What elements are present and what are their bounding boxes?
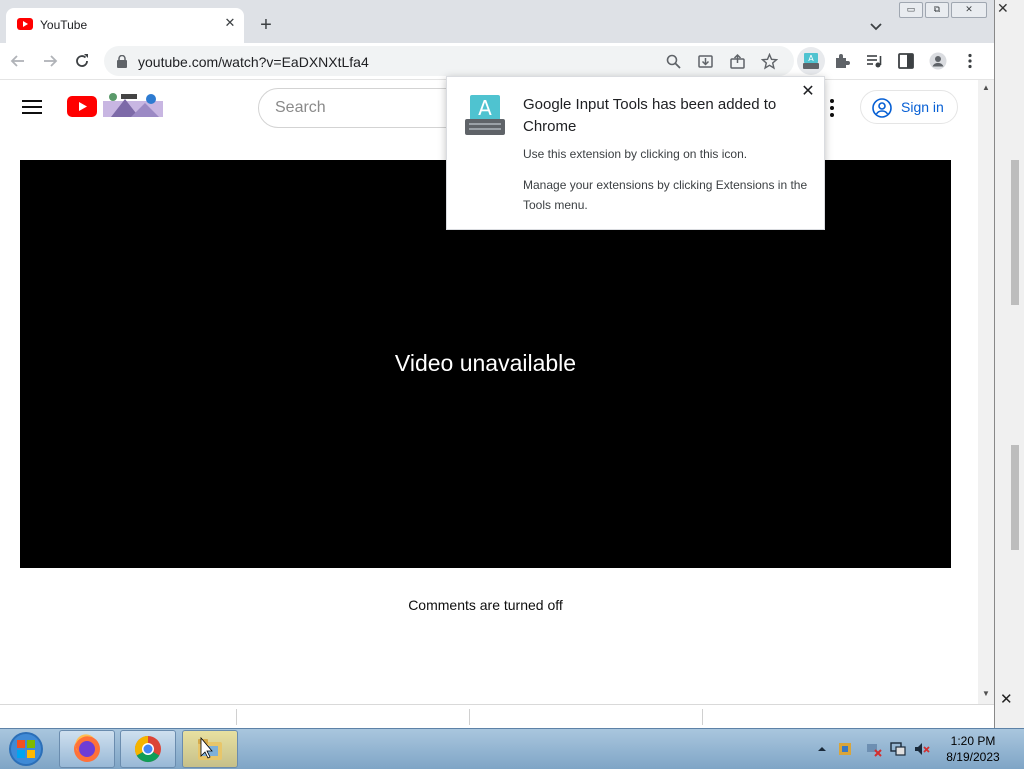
reload-icon[interactable]	[72, 51, 92, 71]
scroll-up-arrow[interactable]: ▲	[981, 84, 991, 92]
background-scroll-thumb[interactable]	[1011, 160, 1019, 305]
account-icon	[872, 98, 892, 118]
svg-text:A: A	[478, 96, 492, 120]
page-scrollbar[interactable]: ▲ ▼	[978, 80, 994, 704]
scroll-down-arrow[interactable]: ▼	[981, 690, 991, 698]
youtube-favicon-icon	[17, 18, 33, 30]
video-unavailable-message: Video unavailable	[394, 350, 577, 376]
search-placeholder: Search	[275, 99, 326, 116]
side-panel-icon[interactable]	[897, 52, 915, 70]
extension-added-popup: A Google Input Tools has been added to C…	[446, 76, 825, 230]
display-icon[interactable]	[890, 741, 906, 757]
minimize-button[interactable]: ▭	[899, 2, 923, 18]
forward-icon[interactable]	[40, 51, 60, 71]
bookmark-star-icon[interactable]	[761, 53, 778, 70]
popup-instruction-text: Use this extension by clicking on this i…	[523, 147, 748, 161]
lock-icon[interactable]	[116, 55, 128, 68]
background-scroll-thumb-2[interactable]	[1011, 445, 1019, 550]
show-hidden-icons-icon[interactable]	[814, 741, 830, 757]
firefox-icon	[74, 734, 100, 762]
svg-text:A: A	[808, 54, 814, 63]
background-close-icon-2[interactable]: ✕	[1000, 690, 1013, 708]
sign-in-label: Sign in	[901, 99, 944, 115]
clock-date[interactable]: 8/19/2023	[934, 750, 1012, 764]
profile-icon[interactable]	[929, 52, 947, 70]
google-input-tools-icon: A	[465, 95, 505, 135]
back-icon[interactable]	[8, 51, 28, 71]
menu-kebab-icon[interactable]	[961, 52, 979, 70]
taskbar-chrome[interactable]	[120, 730, 176, 768]
chrome-icon	[134, 735, 161, 763]
tab-close-icon[interactable]: ✕	[221, 14, 239, 32]
background-window-edge: ✕ ✕	[994, 0, 1024, 728]
restore-button[interactable]: ⧉	[925, 2, 949, 18]
action-center-icon[interactable]	[837, 741, 853, 757]
volume-muted-icon[interactable]	[914, 741, 930, 757]
zoom-icon[interactable]	[665, 53, 682, 70]
taskbar-file-manager[interactable]	[182, 730, 238, 768]
google-input-tools-button[interactable]: A	[797, 47, 825, 75]
file-manager-icon	[198, 736, 222, 760]
tab-strip: YouTube ✕ + ▭ ⧉ ✕	[0, 0, 994, 43]
tab-search-chevron-icon[interactable]	[866, 16, 886, 36]
window-close-button[interactable]: ✕	[951, 2, 987, 18]
network-error-icon[interactable]	[866, 741, 882, 757]
url-text[interactable]: youtube.com/watch?v=EaDXNXtLfa4	[138, 54, 369, 70]
browser-toolbar: youtube.com/watch?v=EaDXNXtLfa4 A	[0, 43, 994, 80]
install-icon[interactable]	[697, 53, 714, 70]
tab-title: YouTube	[40, 18, 88, 32]
new-tab-button[interactable]: +	[256, 15, 276, 35]
hamburger-menu-icon[interactable]	[22, 99, 42, 115]
popup-close-icon[interactable]: ✕	[799, 83, 817, 101]
windows-taskbar: 1:20 PM 8/19/2023	[0, 728, 1024, 769]
share-icon[interactable]	[729, 53, 746, 70]
background-close-icon[interactable]: ✕	[997, 0, 1009, 17]
settings-kebab-icon[interactable]	[826, 98, 838, 118]
google-input-tools-icon: A	[803, 53, 819, 69]
youtube-logo-icon[interactable]	[67, 96, 97, 117]
popup-title: Google Input Tools has been added to Chr…	[523, 96, 777, 135]
extensions-puzzle-icon[interactable]	[833, 52, 851, 70]
start-button-icon[interactable]	[4, 730, 48, 768]
youtube-doodle-icon[interactable]	[101, 91, 165, 119]
tab-youtube[interactable]: YouTube ✕	[6, 8, 244, 43]
media-queue-icon[interactable]	[865, 52, 883, 70]
window-bottom-strip	[0, 704, 994, 729]
sign-in-button[interactable]: Sign in	[860, 90, 958, 124]
comments-disabled-message: Comments are turned off	[408, 597, 563, 613]
clock-time[interactable]: 1:20 PM	[934, 734, 1012, 748]
address-bar[interactable]: youtube.com/watch?v=EaDXNXtLfa4	[104, 46, 794, 76]
popup-manage-text: Manage your extensions by clicking Exten…	[523, 178, 808, 212]
taskbar-firefox[interactable]	[59, 730, 115, 768]
